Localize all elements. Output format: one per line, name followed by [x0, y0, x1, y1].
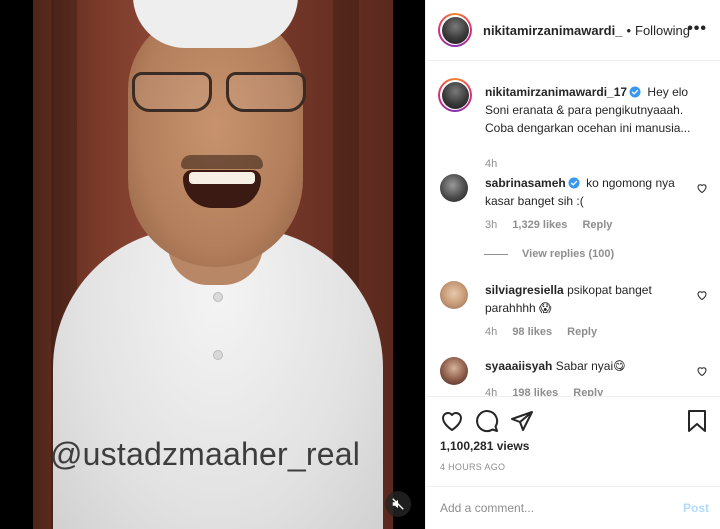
comment-meta: 4h 98 likes Reply [485, 326, 609, 338]
comment-username[interactable]: sabrinasameh [485, 176, 566, 190]
comment-username[interactable]: silviagresiella [485, 283, 564, 297]
following-button[interactable]: Following [635, 23, 690, 38]
comment-text: syaaaiisyah Sabar nyai😋 [485, 357, 681, 375]
post-actions: 1,100,281 views 4 HOURS AGO [426, 396, 720, 486]
like-comment-icon[interactable] [696, 365, 708, 377]
add-comment-bar: Post [426, 486, 720, 529]
comment-avatar[interactable] [440, 281, 468, 309]
view-replies-label: View replies (100) [522, 248, 615, 260]
post-timestamp: 4 HOURS AGO [440, 462, 506, 472]
comment-text: silviagresiella psikopat banget parahhhh… [485, 281, 681, 317]
comment-icon[interactable] [475, 409, 499, 433]
comment-time: 3h [485, 219, 498, 231]
comment-likes[interactable]: 98 likes [512, 326, 552, 338]
comment-text: sabrinasameh ko ngomong nya kasar banget… [485, 174, 681, 210]
comment-meta: 3h 1,329 likes Reply [485, 219, 624, 231]
header-username[interactable]: nikitamirzanimawardi_ [483, 23, 622, 38]
comment-likes[interactable]: 198 likes [512, 387, 558, 396]
caption-time: 4h [485, 158, 498, 170]
comment-body: Sabar nyai😋 [555, 359, 626, 373]
comment-username[interactable]: syaaaiisyah [485, 359, 552, 373]
caption-username[interactable]: nikitamirzanimawardi_17 [485, 85, 627, 99]
person-head [128, 12, 303, 267]
header-separator: • [626, 22, 632, 38]
person-glasses [128, 72, 313, 112]
bookmark-icon[interactable] [686, 409, 708, 433]
replies-divider [484, 253, 508, 255]
verified-badge-icon [568, 177, 580, 189]
comment-likes[interactable]: 1,329 likes [512, 219, 567, 231]
robe-button [213, 292, 223, 302]
avatar[interactable] [438, 13, 472, 47]
reply-button[interactable]: Reply [573, 387, 603, 396]
like-comment-icon[interactable] [696, 182, 708, 194]
post-header: nikitamirzanimawardi_ • Following ••• [426, 0, 720, 61]
comment-avatar[interactable] [440, 174, 468, 202]
view-count[interactable]: 1,100,281 views [440, 439, 529, 453]
reply-button[interactable]: Reply [567, 326, 597, 338]
comment-meta: 4h 198 likes Reply [485, 387, 615, 396]
person-moustache [181, 155, 263, 169]
comment-time: 4h [485, 387, 498, 396]
speaker-muted-icon [392, 498, 404, 510]
comment-time: 4h [485, 326, 498, 338]
post-side-panel: nikitamirzanimawardi_ • Following ••• ni… [425, 0, 720, 529]
robe-button [213, 350, 223, 360]
video-player[interactable]: @ustadzmaaher_real [0, 0, 425, 529]
reply-button[interactable]: Reply [582, 219, 612, 231]
post-button[interactable]: Post [683, 501, 709, 515]
more-options-button[interactable]: ••• [687, 20, 707, 38]
heart-icon[interactable] [440, 409, 464, 433]
mute-button[interactable] [385, 491, 411, 517]
verified-badge-icon [629, 86, 641, 98]
share-icon[interactable] [510, 409, 534, 433]
comment-input[interactable] [440, 501, 683, 515]
like-comment-icon[interactable] [696, 289, 708, 301]
comments-list[interactable]: nikitamirzanimawardi_17 Hey elo Soni era… [426, 62, 720, 396]
video-watermark: @ustadzmaaher_real [50, 436, 361, 472]
view-replies-button[interactable]: View replies (100) [484, 248, 614, 260]
caption-avatar[interactable] [438, 78, 472, 112]
caption-text: nikitamirzanimawardi_17 Hey elo Soni era… [485, 83, 707, 137]
comment-avatar[interactable] [440, 357, 468, 385]
